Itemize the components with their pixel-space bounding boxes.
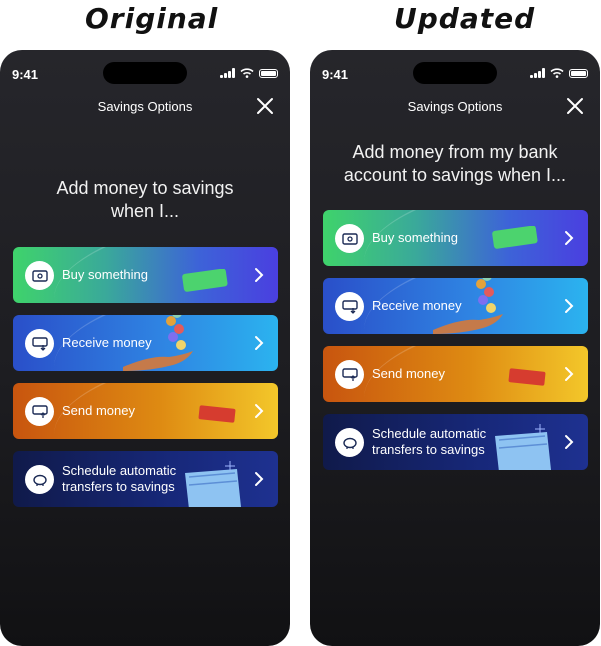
option-label: Buy something	[62, 267, 148, 282]
updated-heading: Updated	[394, 2, 536, 35]
dynamic-island	[103, 62, 187, 84]
receive-money-icon	[335, 292, 364, 321]
card-illustration	[198, 405, 236, 423]
receive-money-icon	[25, 329, 54, 358]
original-phone: 9:41 Savings Options Add money to saving…	[0, 50, 290, 646]
close-icon[interactable]	[256, 97, 274, 115]
chevron-right-icon	[565, 299, 574, 313]
status-icons	[530, 68, 588, 78]
status-time: 9:41	[322, 67, 349, 82]
signal-icon	[220, 68, 235, 78]
chevron-right-icon	[255, 404, 264, 418]
option-label: Schedule automatic transfers to savings	[372, 414, 486, 470]
signal-icon	[530, 68, 545, 78]
option-schedule-transfers[interactable]: Schedule automatic transfers to savings	[13, 451, 278, 507]
option-label-line-1: Schedule automatic	[372, 426, 487, 441]
prompt-text: Add money from my bank account to saving…	[330, 141, 580, 187]
option-label: Receive money	[62, 335, 152, 350]
option-label-line-2: transfers to savings	[62, 479, 175, 494]
calendar-illustration	[185, 469, 241, 507]
piggy-bank-icon	[335, 428, 364, 457]
option-label: Schedule automatic transfers to savings	[62, 451, 176, 507]
prompt-line-1: Add money from my bank	[352, 142, 558, 162]
chevron-right-icon	[565, 435, 574, 449]
cash-icon	[335, 224, 364, 253]
status-icons	[220, 68, 278, 78]
chevron-right-icon	[565, 231, 574, 245]
card-illustration	[492, 226, 538, 249]
battery-icon	[259, 68, 278, 78]
calendar-illustration	[495, 432, 551, 470]
send-money-icon	[335, 360, 364, 389]
updated-phone: 9:41 Savings Options Add money from my b…	[310, 50, 600, 646]
dynamic-island	[413, 62, 497, 84]
sparkle-icon	[225, 461, 235, 471]
prompt-text: Add money to savings when I...	[20, 177, 270, 223]
send-money-icon	[25, 397, 54, 426]
sparkle-icon	[535, 424, 545, 434]
sheet-title: Savings Options	[97, 99, 193, 114]
prompt-line-2: account to savings when I...	[343, 165, 567, 185]
chevron-right-icon	[255, 336, 264, 350]
wifi-icon	[550, 68, 564, 78]
prompt-line-2: when I...	[110, 201, 180, 221]
option-label: Buy something	[372, 230, 458, 245]
cash-icon	[25, 261, 54, 290]
option-label-line-2: transfers to savings	[372, 442, 485, 457]
battery-icon	[569, 68, 588, 78]
original-heading: Original	[85, 2, 219, 35]
option-label: Send money	[62, 403, 135, 418]
card-illustration	[508, 368, 546, 386]
option-receive-money[interactable]: Receive money	[13, 315, 278, 371]
prompt-line-1: Add money to savings	[56, 178, 234, 198]
status-time: 9:41	[12, 67, 39, 82]
option-label-line-1: Schedule automatic	[62, 463, 177, 478]
wifi-icon	[240, 68, 254, 78]
option-label: Send money	[372, 366, 445, 381]
piggy-bank-icon	[25, 465, 54, 494]
option-buy-something[interactable]: Buy something	[13, 247, 278, 303]
option-buy-something[interactable]: Buy something	[323, 210, 588, 266]
option-send-money[interactable]: Send money	[13, 383, 278, 439]
option-label: Receive money	[372, 298, 462, 313]
chevron-right-icon	[255, 472, 264, 486]
chevron-right-icon	[255, 268, 264, 282]
option-send-money[interactable]: Send money	[323, 346, 588, 402]
chevron-right-icon	[565, 367, 574, 381]
option-receive-money[interactable]: Receive money	[323, 278, 588, 334]
card-illustration	[182, 269, 228, 292]
close-icon[interactable]	[566, 97, 584, 115]
sheet-title: Savings Options	[407, 99, 503, 114]
option-schedule-transfers[interactable]: Schedule automatic transfers to savings	[323, 414, 588, 470]
